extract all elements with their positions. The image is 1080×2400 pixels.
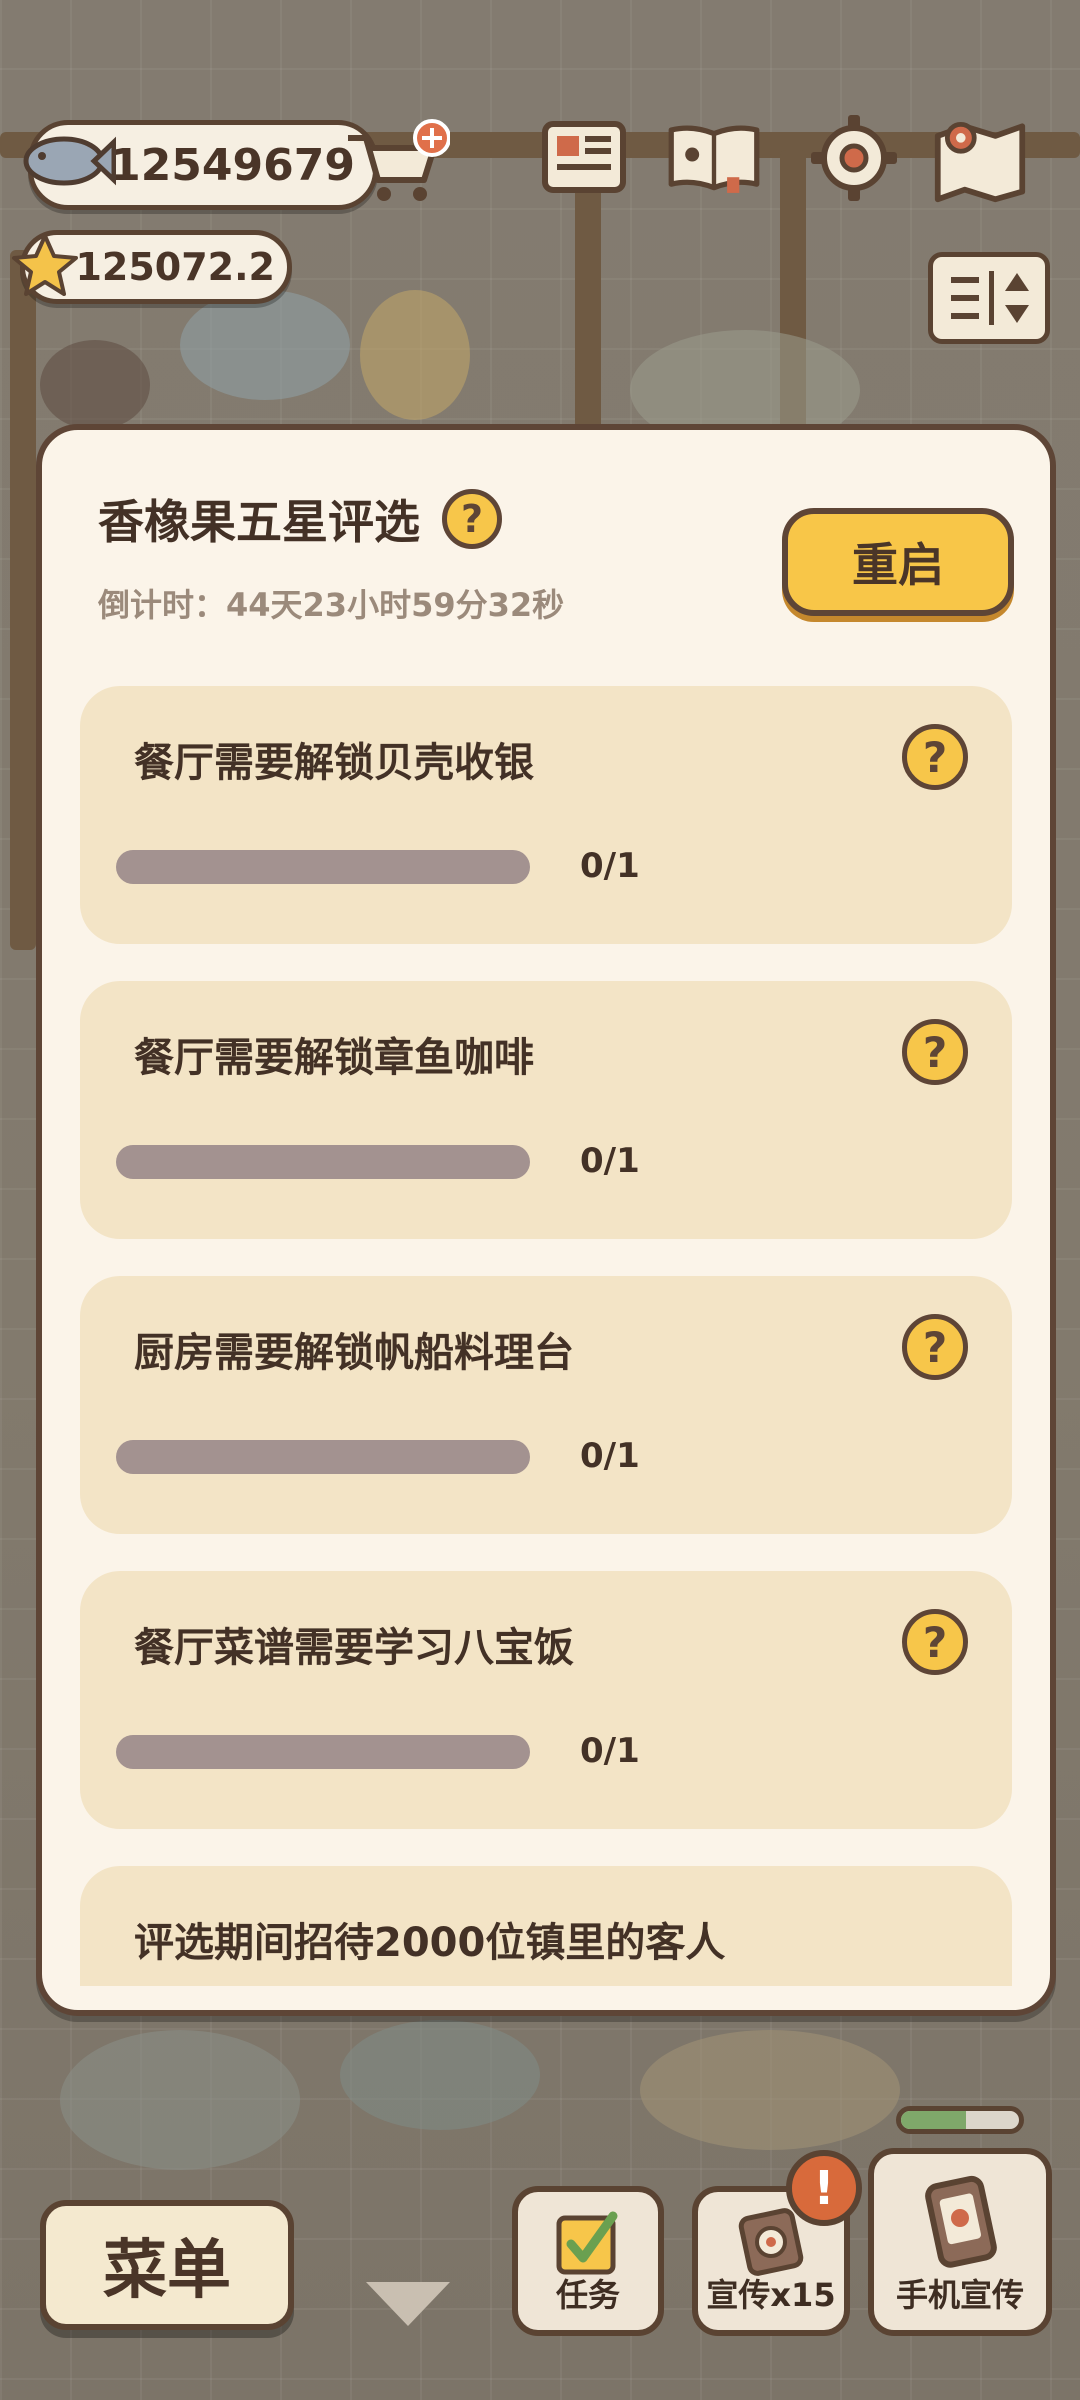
alert-badge-icon: !	[786, 2150, 862, 2226]
task-label: 餐厅菜谱需要学习八宝饭	[134, 1625, 574, 1671]
book-icon[interactable]	[666, 110, 762, 206]
task-card: 餐厅需要解锁章鱼咖啡 ? 0/1	[80, 981, 1012, 1239]
task-label: 餐厅需要解锁章鱼咖啡	[134, 1035, 534, 1081]
fish-currency-value: 12549679	[110, 139, 355, 191]
help-icon[interactable]: ?	[902, 1314, 968, 1380]
chevron-down-icon[interactable]	[366, 2282, 450, 2326]
task-card: 餐厅需要解锁贝壳收银 ? 0/1	[80, 686, 1012, 944]
gear-icon[interactable]	[806, 110, 902, 206]
tasks-button[interactable]: 任务	[512, 2186, 664, 2336]
background-decoration	[40, 340, 150, 430]
task-label: 厨房需要解锁帆船料理台	[134, 1330, 574, 1376]
phone-promote-label: 手机宣传	[895, 2276, 1024, 2314]
phone-promote-button[interactable]: 手机宣传	[868, 2148, 1052, 2336]
background-decoration	[60, 2030, 300, 2170]
help-icon[interactable]: ?	[902, 724, 968, 790]
task-label: 餐厅需要解锁贝壳收银	[134, 740, 534, 786]
background-decoration	[640, 2030, 900, 2150]
help-icon[interactable]: ?	[902, 1019, 968, 1085]
shop-cart-icon[interactable]	[340, 118, 451, 208]
dialog-title: 香橡果五星评选	[98, 495, 420, 549]
task-card: 评选期间招待2000位镇里的客人	[80, 1866, 1012, 1986]
task-progress-text: 0/1	[580, 1436, 640, 1476]
dialog-header: 香橡果五星评选 ?	[98, 486, 502, 552]
background-beam	[10, 250, 36, 950]
background-decoration	[360, 290, 470, 420]
sort-icon[interactable]	[928, 252, 1050, 344]
star-currency-value: 125072.2	[75, 245, 275, 289]
phone-promote-progress-fill	[901, 2111, 966, 2129]
help-icon[interactable]: ?	[902, 1609, 968, 1675]
task-progress-bar	[116, 1735, 530, 1769]
star-icon	[10, 232, 80, 298]
task-progress-text: 0/1	[580, 1731, 640, 1771]
fish-icon	[20, 126, 117, 196]
map-icon[interactable]	[932, 110, 1028, 206]
phone-icon	[912, 2174, 1008, 2274]
task-progress-text: 0/1	[580, 846, 640, 886]
checklist-icon	[553, 2208, 623, 2282]
newspaper-icon[interactable]	[536, 110, 632, 206]
background-decoration	[340, 2020, 540, 2130]
task-progress-text: 0/1	[580, 1141, 640, 1181]
task-progress-bar	[116, 850, 530, 884]
phone-promote-progress	[896, 2106, 1024, 2134]
task-list[interactable]: 餐厅需要解锁贝壳收银 ? 0/1 餐厅需要解锁章鱼咖啡 ? 0/1 厨房需要解锁…	[80, 686, 1012, 1986]
task-label: 评选期间招待2000位镇里的客人	[134, 1920, 726, 1966]
task-card: 餐厅菜谱需要学习八宝饭 ? 0/1	[80, 1571, 1012, 1829]
restart-button[interactable]: 重启	[782, 508, 1014, 616]
countdown-text: 倒计时：44天23小时59分32秒	[98, 586, 565, 624]
rating-dialog: 香橡果五星评选 ? 倒计时：44天23小时59分32秒 重启 餐厅需要解锁贝壳收…	[36, 424, 1056, 2016]
background-decoration	[180, 290, 350, 400]
task-progress-bar	[116, 1145, 530, 1179]
task-progress-bar	[116, 1440, 530, 1474]
menu-button[interactable]: 菜单	[40, 2200, 294, 2330]
help-icon[interactable]: ?	[442, 489, 502, 549]
task-card: 厨房需要解锁帆船料理台 ? 0/1	[80, 1276, 1012, 1534]
